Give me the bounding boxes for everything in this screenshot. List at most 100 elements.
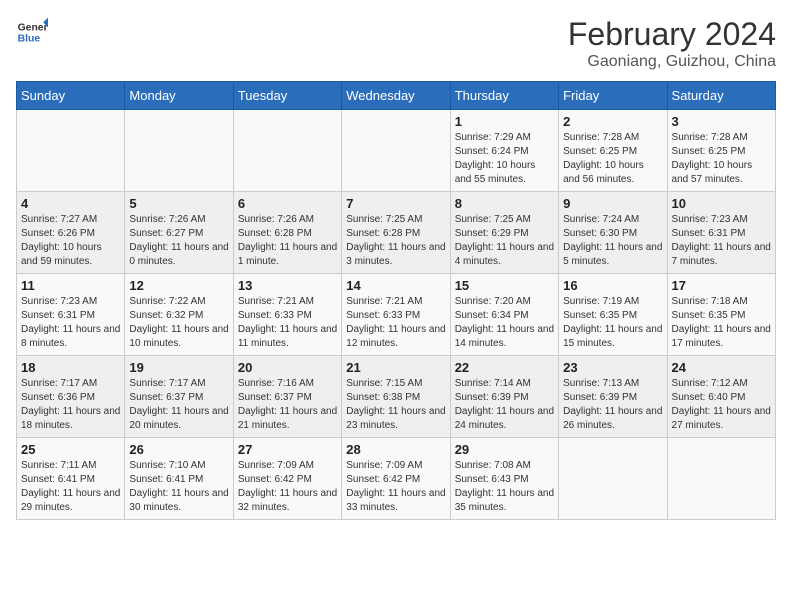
day-info: Sunrise: 7:27 AM Sunset: 6:26 PM Dayligh… xyxy=(21,213,120,269)
calendar-cell: 6 Sunrise: 7:26 AM Sunset: 6:28 PM Daylig… xyxy=(233,192,341,274)
day-number: 12 xyxy=(129,278,228,293)
weekday-saturday: Saturday xyxy=(667,82,775,110)
page-header: General Blue February 2024 Gaoniang, Gui… xyxy=(16,16,776,71)
day-number: 21 xyxy=(346,360,445,375)
day-info: Sunrise: 7:25 AM Sunset: 6:29 PM Dayligh… xyxy=(455,213,554,269)
day-info: Sunrise: 7:17 AM Sunset: 6:37 PM Dayligh… xyxy=(129,377,228,433)
location-title: Gaoniang, Guizhou, China xyxy=(568,53,776,71)
svg-text:Blue: Blue xyxy=(18,34,41,45)
calendar-cell xyxy=(233,110,341,192)
calendar-cell: 29 Sunrise: 7:08 AM Sunset: 6:43 PM Dayli… xyxy=(450,438,558,520)
day-number: 17 xyxy=(672,278,771,293)
calendar-cell: 7 Sunrise: 7:25 AM Sunset: 6:28 PM Daylig… xyxy=(342,192,450,274)
day-info: Sunrise: 7:21 AM Sunset: 6:33 PM Dayligh… xyxy=(238,295,337,351)
day-number: 10 xyxy=(672,196,771,211)
day-info: Sunrise: 7:23 AM Sunset: 6:31 PM Dayligh… xyxy=(21,295,120,351)
calendar-cell: 13 Sunrise: 7:21 AM Sunset: 6:33 PM Dayli… xyxy=(233,274,341,356)
calendar-cell: 27Sunrise: 7:09 AM Sunset: 6:42 PM Dayli… xyxy=(233,438,341,520)
day-number: 26 xyxy=(129,442,228,457)
day-info: Sunrise: 7:18 AM Sunset: 6:35 PM Dayligh… xyxy=(672,295,771,351)
day-number: 6 xyxy=(238,196,337,211)
day-number: 13 xyxy=(238,278,337,293)
calendar-cell: 2 Sunrise: 7:28 AM Sunset: 6:25 PM Daylig… xyxy=(559,110,667,192)
day-info: Sunrise: 7:23 AM Sunset: 6:31 PM Dayligh… xyxy=(672,213,771,269)
week-row-2: 4 Sunrise: 7:27 AM Sunset: 6:26 PM Daylig… xyxy=(17,192,776,274)
day-info: Sunrise: 7:19 AM Sunset: 6:35 PM Dayligh… xyxy=(563,295,662,351)
calendar-cell xyxy=(125,110,233,192)
day-number: 2 xyxy=(563,114,662,129)
day-number: 1 xyxy=(455,114,554,129)
month-title: February 2024 xyxy=(568,16,776,53)
day-info: Sunrise: 7:11 AM Sunset: 6:41 PM Dayligh… xyxy=(21,459,120,515)
logo-icon: General Blue xyxy=(16,16,48,48)
calendar-cell: 9Sunrise: 7:24 AM Sunset: 6:30 PM Daylig… xyxy=(559,192,667,274)
calendar-cell xyxy=(17,110,125,192)
day-info: Sunrise: 7:17 AM Sunset: 6:36 PM Dayligh… xyxy=(21,377,120,433)
day-number: 7 xyxy=(346,196,445,211)
calendar-cell: 8 Sunrise: 7:25 AM Sunset: 6:29 PM Daylig… xyxy=(450,192,558,274)
day-info: Sunrise: 7:09 AM Sunset: 6:42 PM Dayligh… xyxy=(238,459,337,515)
day-number: 20 xyxy=(238,360,337,375)
weekday-wednesday: Wednesday xyxy=(342,82,450,110)
calendar-header: SundayMondayTuesdayWednesdayThursdayFrid… xyxy=(17,82,776,110)
day-info: Sunrise: 7:28 AM Sunset: 6:25 PM Dayligh… xyxy=(672,131,771,187)
day-number: 16 xyxy=(563,278,662,293)
week-row-5: 25 Sunrise: 7:11 AM Sunset: 6:41 PM Dayli… xyxy=(17,438,776,520)
weekday-row: SundayMondayTuesdayWednesdayThursdayFrid… xyxy=(17,82,776,110)
day-info: Sunrise: 7:24 AM Sunset: 6:30 PM Dayligh… xyxy=(563,213,662,269)
day-number: 3 xyxy=(672,114,771,129)
day-info: Sunrise: 7:15 AM Sunset: 6:38 PM Dayligh… xyxy=(346,377,445,433)
day-number: 8 xyxy=(455,196,554,211)
day-number: 19 xyxy=(129,360,228,375)
calendar-cell: 14Sunrise: 7:21 AM Sunset: 6:33 PM Dayli… xyxy=(342,274,450,356)
calendar-cell: 21 Sunrise: 7:15 AM Sunset: 6:38 PM Dayli… xyxy=(342,356,450,438)
day-number: 5 xyxy=(129,196,228,211)
calendar-cell: 12 Sunrise: 7:22 AM Sunset: 6:32 PM Dayli… xyxy=(125,274,233,356)
day-number: 4 xyxy=(21,196,120,211)
weekday-monday: Monday xyxy=(125,82,233,110)
day-info: Sunrise: 7:29 AM Sunset: 6:24 PM Dayligh… xyxy=(455,131,554,187)
day-info: Sunrise: 7:10 AM Sunset: 6:41 PM Dayligh… xyxy=(129,459,228,515)
calendar-cell: 24Sunrise: 7:12 AM Sunset: 6:40 PM Dayli… xyxy=(667,356,775,438)
day-number: 15 xyxy=(455,278,554,293)
logo: General Blue xyxy=(16,16,48,48)
calendar-cell: 5 Sunrise: 7:26 AM Sunset: 6:27 PM Daylig… xyxy=(125,192,233,274)
day-info: Sunrise: 7:21 AM Sunset: 6:33 PM Dayligh… xyxy=(346,295,445,351)
calendar-cell: 4 Sunrise: 7:27 AM Sunset: 6:26 PM Daylig… xyxy=(17,192,125,274)
calendar-cell: 15Sunrise: 7:20 AM Sunset: 6:34 PM Dayli… xyxy=(450,274,558,356)
day-number: 28 xyxy=(346,442,445,457)
day-number: 25 xyxy=(21,442,120,457)
calendar-cell: 28 Sunrise: 7:09 AM Sunset: 6:42 PM Dayli… xyxy=(342,438,450,520)
calendar-cell: 17 Sunrise: 7:18 AM Sunset: 6:35 PM Dayli… xyxy=(667,274,775,356)
svg-text:General: General xyxy=(18,22,48,33)
day-number: 18 xyxy=(21,360,120,375)
day-info: Sunrise: 7:26 AM Sunset: 6:28 PM Dayligh… xyxy=(238,213,337,269)
day-info: Sunrise: 7:09 AM Sunset: 6:42 PM Dayligh… xyxy=(346,459,445,515)
calendar-cell: 10 Sunrise: 7:23 AM Sunset: 6:31 PM Dayli… xyxy=(667,192,775,274)
week-row-1: 1 Sunrise: 7:29 AM Sunset: 6:24 PM Daylig… xyxy=(17,110,776,192)
weekday-friday: Friday xyxy=(559,82,667,110)
day-info: Sunrise: 7:16 AM Sunset: 6:37 PM Dayligh… xyxy=(238,377,337,433)
weekday-tuesday: Tuesday xyxy=(233,82,341,110)
day-info: Sunrise: 7:08 AM Sunset: 6:43 PM Dayligh… xyxy=(455,459,554,515)
day-number: 11 xyxy=(21,278,120,293)
week-row-3: 11 Sunrise: 7:23 AM Sunset: 6:31 PM Dayli… xyxy=(17,274,776,356)
day-info: Sunrise: 7:12 AM Sunset: 6:40 PM Dayligh… xyxy=(672,377,771,433)
calendar-cell: 11 Sunrise: 7:23 AM Sunset: 6:31 PM Dayli… xyxy=(17,274,125,356)
week-row-4: 18 Sunrise: 7:17 AM Sunset: 6:36 PM Dayli… xyxy=(17,356,776,438)
calendar-cell: 16 Sunrise: 7:19 AM Sunset: 6:35 PM Dayli… xyxy=(559,274,667,356)
calendar-body: 1 Sunrise: 7:29 AM Sunset: 6:24 PM Daylig… xyxy=(17,110,776,520)
day-number: 22 xyxy=(455,360,554,375)
calendar-cell: 18 Sunrise: 7:17 AM Sunset: 6:36 PM Dayli… xyxy=(17,356,125,438)
weekday-thursday: Thursday xyxy=(450,82,558,110)
day-info: Sunrise: 7:25 AM Sunset: 6:28 PM Dayligh… xyxy=(346,213,445,269)
calendar-cell xyxy=(667,438,775,520)
calendar-cell: 20 Sunrise: 7:16 AM Sunset: 6:37 PM Dayli… xyxy=(233,356,341,438)
calendar-cell: 3 Sunrise: 7:28 AM Sunset: 6:25 PM Daylig… xyxy=(667,110,775,192)
day-info: Sunrise: 7:26 AM Sunset: 6:27 PM Dayligh… xyxy=(129,213,228,269)
day-number: 29 xyxy=(455,442,554,457)
weekday-sunday: Sunday xyxy=(17,82,125,110)
day-info: Sunrise: 7:28 AM Sunset: 6:25 PM Dayligh… xyxy=(563,131,662,187)
day-info: Sunrise: 7:22 AM Sunset: 6:32 PM Dayligh… xyxy=(129,295,228,351)
calendar-cell: 26 Sunrise: 7:10 AM Sunset: 6:41 PM Dayli… xyxy=(125,438,233,520)
